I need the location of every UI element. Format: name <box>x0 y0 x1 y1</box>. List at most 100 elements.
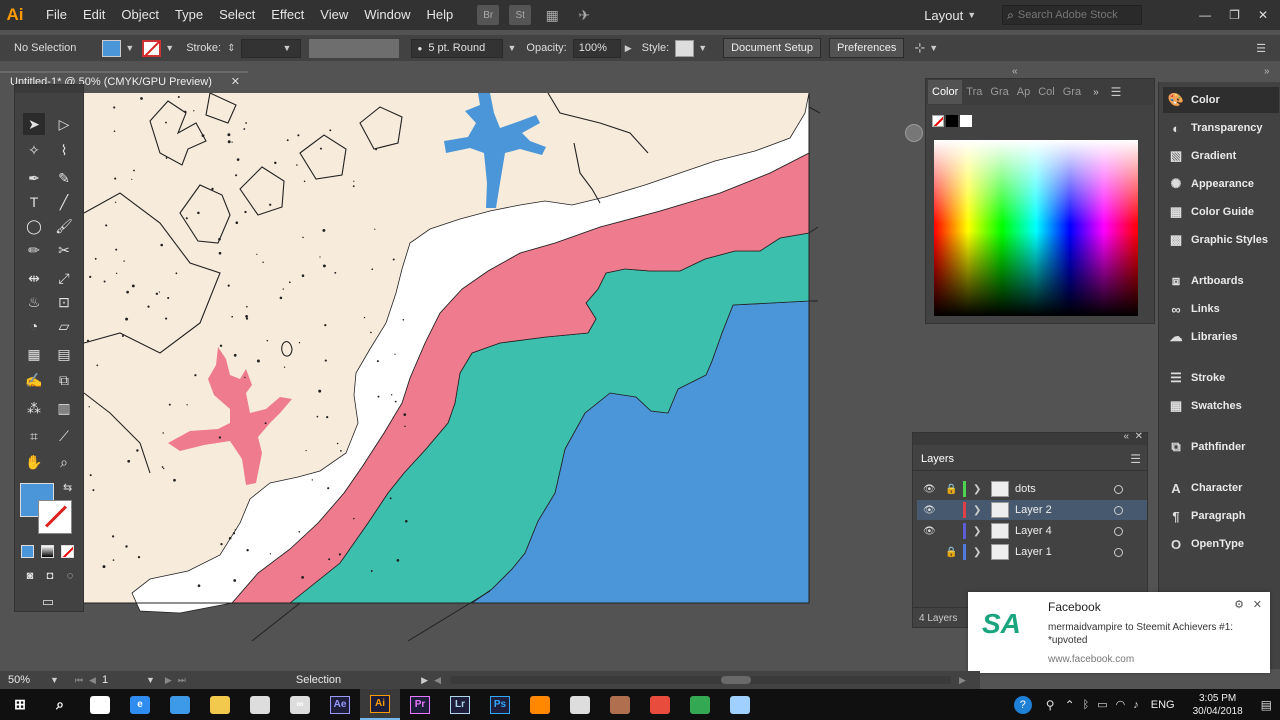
expand-dock-icon[interactable]: » <box>1264 66 1270 77</box>
search-input[interactable] <box>1017 9 1128 21</box>
gradient-mode-icon[interactable] <box>41 545 54 558</box>
control-bar-options-icon[interactable]: ☰ <box>1256 42 1266 55</box>
dock-item-color[interactable]: 🎨 Color <box>1163 87 1279 113</box>
slice-tool-icon[interactable]: ⟋ <box>53 425 75 447</box>
menu-effect[interactable]: Effect <box>263 0 312 30</box>
stroke-stepper-icon[interactable]: ⇕ <box>227 43 235 54</box>
hand-tool-icon[interactable]: ✋ <box>23 451 45 473</box>
wifi-icon[interactable]: ◠ <box>1116 698 1126 711</box>
reflect-tool-icon[interactable]: ⇹ <box>23 267 45 289</box>
taskbar-app-mail[interactable] <box>560 689 600 720</box>
chevron-right-icon[interactable]: ❯ <box>973 526 981 537</box>
taskbar-app-illustrator[interactable]: Ai <box>360 689 400 720</box>
stroke-swatch[interactable] <box>142 39 162 57</box>
brush-dropdown-icon[interactable]: ▼ <box>507 43 516 53</box>
eyedropper-tool-icon[interactable]: ✍ <box>23 369 45 391</box>
taskbar-app-after-effects[interactable]: Ae <box>320 689 360 720</box>
align-icon[interactable]: ⊹ <box>914 40 925 56</box>
first-artboard-icon[interactable]: ⏮ <box>75 675 83 686</box>
taskbar-app-file-explorer[interactable] <box>200 689 240 720</box>
menu-edit[interactable]: Edit <box>75 0 113 30</box>
draw-inside-icon[interactable]: ◌ <box>59 565 81 587</box>
color-spectrum[interactable] <box>934 140 1138 316</box>
facebook-notification[interactable]: SA Facebook mermaidvampire to Steemit Ac… <box>968 592 1270 673</box>
scroll-right-icon[interactable]: ▶ <box>959 675 966 686</box>
canvas[interactable] <box>0 93 925 669</box>
swap-fill-stroke-icon[interactable]: ⇆ <box>63 481 72 494</box>
document-setup-button[interactable]: Document Setup <box>723 38 822 58</box>
tab-color-guide[interactable]: Col <box>1034 80 1059 104</box>
horizontal-scroll-thumb[interactable] <box>721 676 752 684</box>
dock-item-libraries[interactable]: ☁ Libraries <box>1163 324 1279 350</box>
perspective-grid-tool-icon[interactable]: ▱ <box>53 315 75 337</box>
shape-builder-tool-icon[interactable]: ◔ <box>23 315 45 337</box>
action-center-icon[interactable]: ▤ <box>1261 698 1272 712</box>
menu-view[interactable]: View <box>312 0 356 30</box>
column-graph-tool-icon[interactable]: ▥ <box>53 397 75 419</box>
none-swatch[interactable] <box>932 115 944 127</box>
taskbar-app-dropbox[interactable] <box>160 689 200 720</box>
taskbar-app-edge[interactable]: e <box>120 689 160 720</box>
expand-tabs-icon[interactable]: » <box>1093 87 1099 98</box>
curvature-tool-icon[interactable]: ✎ <box>53 167 75 189</box>
dock-item-appearance[interactable]: ✺ Appearance <box>1163 171 1279 197</box>
search-button[interactable]: ⌕ <box>40 689 80 720</box>
dock-item-pathfinder[interactable]: ⧉ Pathfinder <box>1163 434 1279 460</box>
dock-item-artboards[interactable]: ⧈ Artboards <box>1163 268 1279 294</box>
visibility-icon[interactable]: 👁 <box>923 505 937 516</box>
dock-item-character[interactable]: A Character <box>1163 475 1279 501</box>
status-menu-icon[interactable]: ▶ <box>421 675 428 686</box>
artboard-dropdown-icon[interactable]: ▼ <box>146 675 155 685</box>
style-dropdown-icon[interactable]: ▼ <box>698 43 707 53</box>
align-dropdown-icon[interactable]: ▼ <box>929 43 938 53</box>
preferences-button[interactable]: Preferences <box>829 38 905 58</box>
scale-tool-icon[interactable]: ⤢ <box>53 267 75 289</box>
draw-behind-icon[interactable]: ◘ <box>39 565 61 587</box>
taskbar-app-photo-app[interactable] <box>600 689 640 720</box>
close-layers-icon[interactable]: ✕ <box>1135 431 1143 442</box>
layer-name[interactable]: Layer 4 <box>1015 525 1052 537</box>
side-panel-icon[interactable] <box>905 124 923 142</box>
menu-window[interactable]: Window <box>356 0 418 30</box>
tab-gradient[interactable]: Gra <box>986 80 1012 104</box>
stroke-dropdown-icon[interactable]: ▼ <box>165 43 174 53</box>
dock-item-color-guide[interactable]: ▦ Color Guide <box>1163 199 1279 225</box>
chevron-right-icon[interactable]: ❯ <box>973 547 981 558</box>
shaper-tool-icon[interactable]: ✏ <box>23 239 45 261</box>
tab-transparency[interactable]: Tra <box>962 80 986 104</box>
opacity-arrow-icon[interactable]: ▶ <box>625 43 632 54</box>
arrange-documents-icon[interactable]: ▦ <box>541 5 563 25</box>
artboard-tool-icon[interactable]: ⌗ <box>23 425 45 447</box>
taskbar-app-chrome[interactable] <box>640 689 680 720</box>
layer-name[interactable]: Layer 1 <box>1015 546 1052 558</box>
dock-item-stroke[interactable]: ☰ Stroke <box>1163 365 1279 391</box>
dock-item-opentype[interactable]: O OpenType <box>1163 531 1279 557</box>
brush-definition[interactable]: ● 5 pt. Round <box>411 38 504 58</box>
layer-row[interactable]: 🔒 ❯ Layer 1 <box>917 542 1147 562</box>
menu-help[interactable]: Help <box>418 0 461 30</box>
white-swatch[interactable] <box>960 115 972 127</box>
paintbrush-tool-icon[interactable]: 🖌 <box>53 215 75 237</box>
graphic-style-swatch[interactable] <box>675 39 695 57</box>
scroll-left-icon[interactable]: ◀ <box>434 675 441 686</box>
volume-icon[interactable]: ♪ <box>1133 699 1139 711</box>
lock-icon[interactable]: 🔒 <box>945 547 957 558</box>
dock-item-gradient[interactable]: ▧ Gradient <box>1163 143 1279 169</box>
zoom-dropdown-icon[interactable]: ▼ <box>50 675 59 685</box>
pen-tool-icon[interactable]: ✒ <box>23 167 45 189</box>
mesh-tool-icon[interactable]: ▦ <box>23 343 45 365</box>
tab-appearance[interactable]: Ap <box>1013 80 1034 104</box>
lasso-tool-icon[interactable]: ⌇ <box>53 139 75 161</box>
target-icon[interactable] <box>1114 505 1123 515</box>
screen-mode-icon[interactable]: ▭ <box>37 591 59 613</box>
horizontal-scrollbar[interactable] <box>451 676 952 684</box>
chevron-right-icon[interactable]: ❯ <box>973 484 981 495</box>
visibility-icon[interactable]: 👁 <box>923 526 937 537</box>
taskbar-app-chrome-2[interactable] <box>680 689 720 720</box>
gpu-performance-icon[interactable]: ✈ <box>573 5 595 25</box>
help-icon[interactable]: ? <box>1013 695 1032 714</box>
battery-icon[interactable]: ▭ <box>1097 698 1107 711</box>
opacity-field[interactable]: 100% <box>572 38 621 58</box>
taskbar-app-photoshop[interactable]: Ps <box>480 689 520 720</box>
language-indicator[interactable]: ENG <box>1151 699 1175 711</box>
